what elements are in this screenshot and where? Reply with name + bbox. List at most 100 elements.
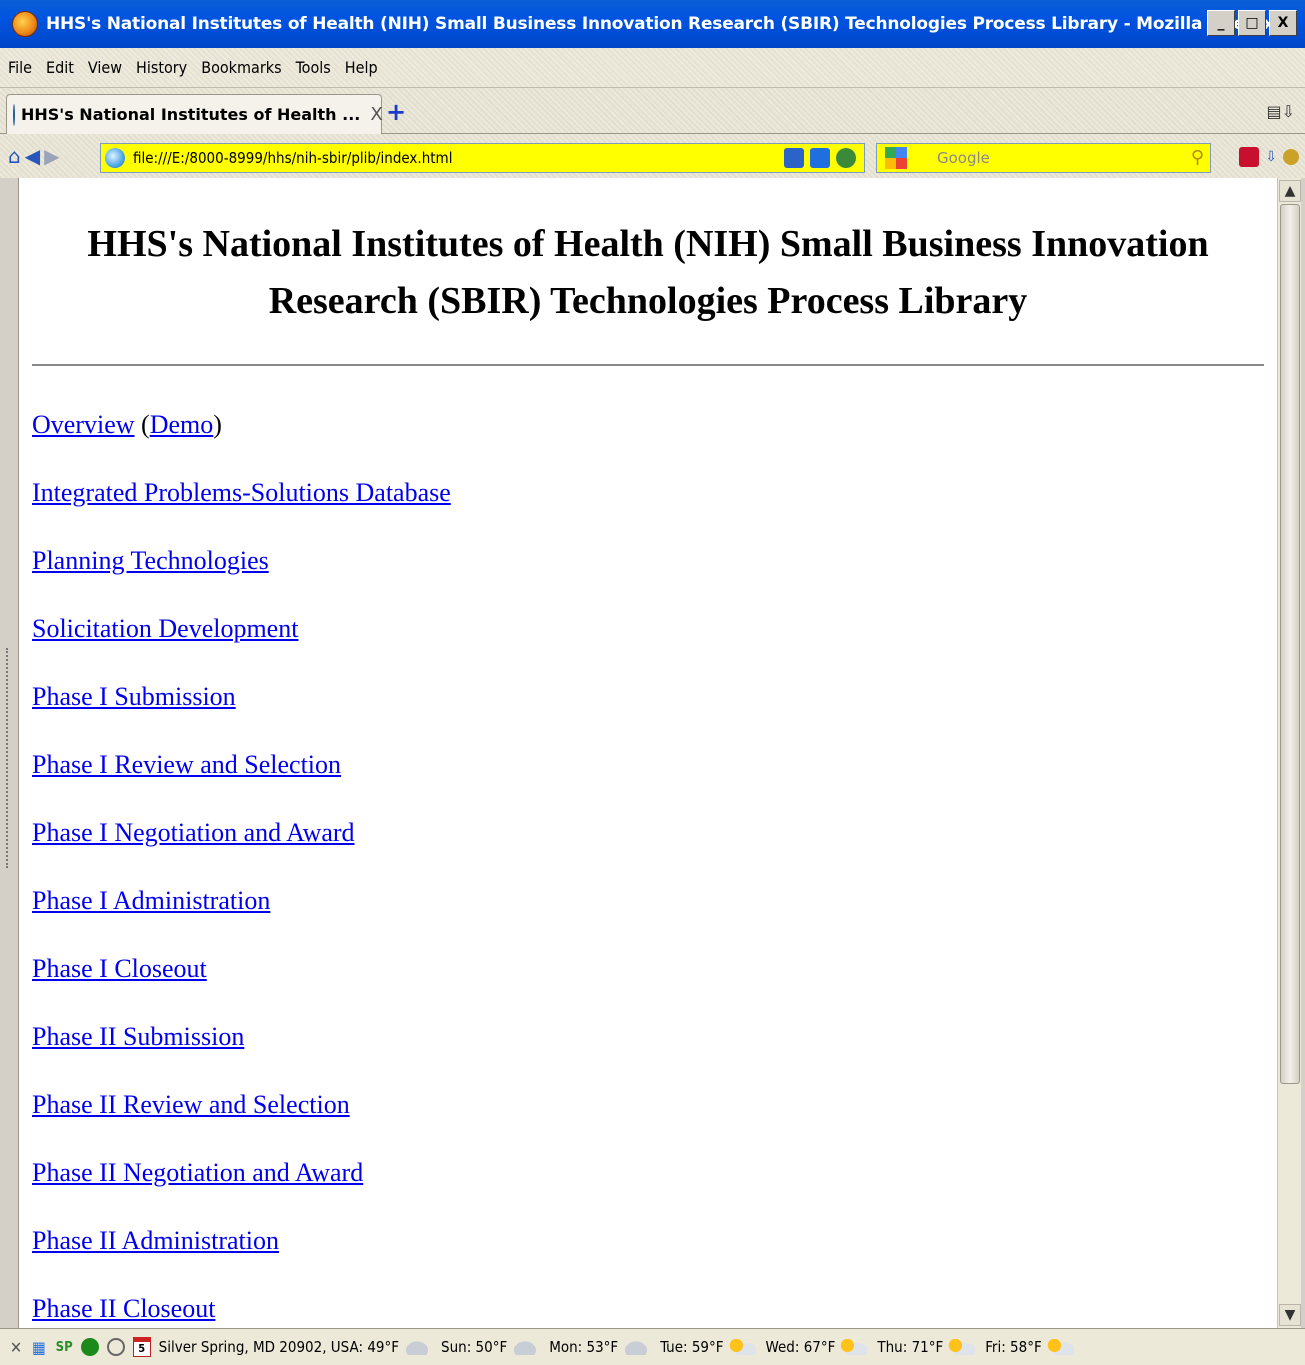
window-titlebar: HHS's National Institutes of Health (NIH… xyxy=(0,0,1305,48)
tab-list-icon[interactable]: ▤⇩ xyxy=(1266,102,1295,121)
window-controls: _ □ X xyxy=(1207,10,1297,36)
menu-edit[interactable]: Edit xyxy=(46,58,74,77)
scroll-up-icon[interactable]: ▲ xyxy=(1279,180,1301,202)
partly-sunny-icon xyxy=(839,1339,868,1355)
list-item: Phase I Negotiation and Award xyxy=(32,818,1277,886)
forecast-day[interactable]: Thu: 71°F xyxy=(877,1338,943,1356)
search-bar[interactable]: ⚲ xyxy=(876,143,1211,173)
toolbar-addons: ⇩ xyxy=(1239,147,1299,167)
forward-icon[interactable]: ▶ xyxy=(44,144,59,168)
library-link[interactable]: Phase I Closeout xyxy=(32,954,207,983)
forecast-day[interactable]: Mon: 53°F xyxy=(549,1338,618,1356)
vertical-scrollbar[interactable]: ▲ ▼ xyxy=(1277,178,1301,1328)
library-link[interactable]: Phase I Administration xyxy=(32,886,270,915)
addon-x-icon[interactable]: ▦ xyxy=(32,1338,46,1357)
forecast-day[interactable]: Fri: 58°F xyxy=(985,1338,1041,1356)
library-link[interactable]: Planning Technologies xyxy=(32,546,269,575)
bookmark-add-icon[interactable] xyxy=(784,148,804,168)
scroll-thumb[interactable] xyxy=(1280,204,1300,1084)
calendar-icon[interactable]: 5 xyxy=(132,1337,151,1357)
tab-close-icon[interactable]: X xyxy=(370,104,382,125)
menu-bar: File Edit View History Bookmarks Tools H… xyxy=(0,48,1305,88)
maximize-button[interactable]: □ xyxy=(1238,10,1266,36)
library-link[interactable]: Phase II Negotiation and Award xyxy=(32,1158,363,1187)
address-bar-extensions xyxy=(784,148,856,168)
minimize-button[interactable]: _ xyxy=(1207,10,1235,36)
forecast-day[interactable]: Sun: 50°F xyxy=(441,1338,507,1356)
library-link[interactable]: Phase II Review and Selection xyxy=(32,1090,350,1119)
url-text[interactable]: file:///E:/8000-8999/hhs/nih-sbir/plib/i… xyxy=(133,149,452,167)
library-link[interactable]: Phase II Submission xyxy=(32,1022,244,1051)
list-item: Planning Technologies xyxy=(32,546,1277,614)
library-link[interactable]: Phase I Negotiation and Award xyxy=(32,818,355,847)
firefox-icon xyxy=(12,11,38,37)
library-link[interactable]: Phase I Review and Selection xyxy=(32,750,341,779)
menu-help[interactable]: Help xyxy=(345,58,378,77)
clock-icon[interactable] xyxy=(106,1338,125,1356)
reload-icon[interactable] xyxy=(836,148,856,168)
library-link[interactable]: Phase I Submission xyxy=(32,682,236,711)
close-button[interactable]: X xyxy=(1269,10,1297,36)
back-icon[interactable]: ◀ xyxy=(25,144,40,168)
scroll-down-icon[interactable]: ▼ xyxy=(1279,1304,1301,1326)
search-input[interactable] xyxy=(937,149,1167,167)
close-statusbar-icon[interactable]: ✕ xyxy=(10,1338,22,1357)
list-item: Phase II Administration xyxy=(32,1226,1277,1294)
home-icon[interactable]: ⌂ xyxy=(8,144,21,168)
addon-dropdown-icon[interactable]: ⇩ xyxy=(1265,149,1277,165)
menu-file[interactable]: File xyxy=(8,58,32,77)
library-link[interactable]: Phase II Closeout xyxy=(32,1294,215,1323)
search-magnifier-icon[interactable]: ⚲ xyxy=(1191,147,1204,168)
horizontal-rule xyxy=(32,364,1264,366)
partly-sunny-icon xyxy=(1045,1339,1074,1355)
tab-active[interactable]: HHS's National Institutes of Health ... … xyxy=(6,94,383,134)
forecast-day[interactable]: Tue: 59°F xyxy=(660,1338,723,1356)
cloud-icon xyxy=(403,1339,432,1355)
menu-tools[interactable]: Tools xyxy=(296,58,331,77)
list-item: Phase I Submission xyxy=(32,682,1277,750)
list-item: Phase I Closeout xyxy=(32,954,1277,1022)
window-title: HHS's National Institutes of Health (NIH… xyxy=(46,14,1274,34)
address-bar[interactable]: file:///E:/8000-8999/hhs/nih-sbir/plib/i… xyxy=(100,143,865,173)
list-item: Solicitation Development xyxy=(32,614,1277,682)
addon-star-icon[interactable] xyxy=(1239,147,1260,167)
library-link[interactable]: Integrated Problems-Solutions Database xyxy=(32,478,451,507)
page-title: HHS's National Institutes of Health (NIH… xyxy=(87,223,1209,322)
info-icon[interactable] xyxy=(810,148,830,168)
addon-globe-icon[interactable] xyxy=(1283,149,1299,165)
list-item: Phase II Review and Selection xyxy=(32,1090,1277,1158)
menu-view[interactable]: View xyxy=(88,58,122,77)
rain-cloud-icon xyxy=(622,1339,651,1355)
navigation-toolbar: ⌂ ◀ ▶ file:///E:/8000-8999/hhs/nih-sbir/… xyxy=(0,134,1305,178)
site-identity-icon[interactable] xyxy=(105,148,125,168)
partly-sunny-icon xyxy=(727,1339,756,1355)
list-item: Phase I Administration xyxy=(32,886,1277,954)
tab-label: HHS's National Institutes of Health ... xyxy=(21,105,361,124)
demo-link[interactable]: Demo xyxy=(150,410,214,439)
sidebar-grip[interactable] xyxy=(6,648,10,868)
partly-sunny-icon xyxy=(947,1339,976,1355)
sp-badge[interactable]: SP xyxy=(56,1340,73,1355)
sidebar-gutter xyxy=(0,178,18,1328)
library-link[interactable]: Phase II Administration xyxy=(32,1226,279,1255)
new-tab-icon[interactable]: + xyxy=(386,98,406,126)
status-green-icon[interactable] xyxy=(80,1338,99,1356)
list-item: Phase II Submission xyxy=(32,1022,1277,1090)
list-item: Phase I Review and Selection xyxy=(32,750,1277,818)
status-bar: ✕ ▦ SP 5 Silver Spring, MD 20902, USA: 4… xyxy=(0,1328,1305,1365)
page-icon xyxy=(13,103,15,126)
weather-location[interactable]: Silver Spring, MD 20902, USA: 49°F xyxy=(159,1338,399,1356)
forecast-day[interactable]: Wed: 67°F xyxy=(766,1338,836,1356)
list-item: Integrated Problems-Solutions Database xyxy=(32,478,1277,546)
list-item: Overview (Demo) xyxy=(32,410,222,439)
list-item: Phase II Negotiation and Award xyxy=(32,1158,1277,1226)
google-icon[interactable] xyxy=(885,147,907,169)
link-list: Overview (Demo) Integrated Problems-Solu… xyxy=(32,410,1277,1328)
overview-link[interactable]: Overview xyxy=(32,410,135,439)
cloud-icon xyxy=(511,1339,540,1355)
list-item: Phase II Closeout xyxy=(32,1294,1277,1328)
menu-bookmarks[interactable]: Bookmarks xyxy=(201,58,281,77)
library-link[interactable]: Solicitation Development xyxy=(32,614,298,643)
menu-history[interactable]: History xyxy=(136,58,187,77)
page-viewport: HHS's National Institutes of Health (NIH… xyxy=(18,178,1277,1328)
